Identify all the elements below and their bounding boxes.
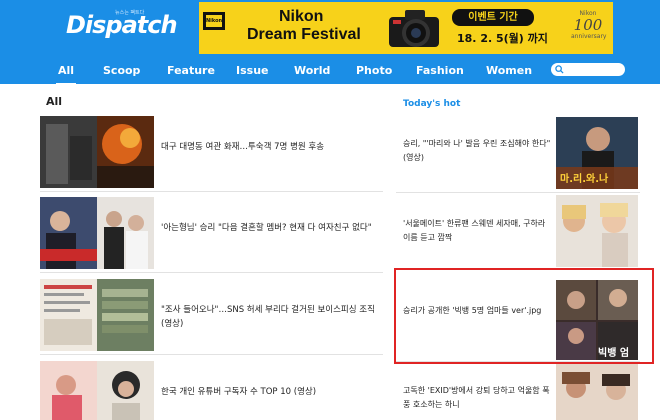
article-row[interactable]: 한국 개인 유튜버 구독자 수 TOP 10 (영상)	[40, 361, 383, 420]
section-title: All	[46, 95, 63, 108]
article-title[interactable]: 한국 개인 유튜버 구독자 수 TOP 10 (영상)	[161, 385, 376, 399]
banner-title: Dream Festival	[247, 26, 361, 43]
hot-list-item[interactable]: 고독한 'EXID'방에서 강퇴 당하고 억울함 폭풍 호소하는 하니	[396, 362, 640, 420]
nav-all[interactable]: All	[55, 64, 77, 85]
article-title[interactable]: 대구 대명동 여관 화재…투숙객 7명 병원 후송	[161, 140, 376, 154]
nikon-ad-banner[interactable]: Nikon Nikon Dream Festival 이벤트 기간 18. 2.…	[199, 2, 613, 54]
logo-wordmark: Dispatch	[66, 11, 178, 39]
hot-item-title[interactable]: '서울메이트' 한류팬 스웨덴 세자매, 구하라 이름 듣고 깜짝	[403, 217, 551, 245]
event-date: 18. 2. 5(월) 까지	[457, 32, 548, 45]
hot-item-thumbnail[interactable]	[556, 364, 638, 420]
hot-item-thumbnail[interactable]: 마.리.와.나	[556, 117, 638, 189]
article-title[interactable]: '아는형님' 승리 "다음 결혼할 멤버? 현재 다 여자친구 없다"	[161, 221, 376, 235]
hot-list-item[interactable]: '서울메이트' 한류팬 스웨덴 세자매, 구하라 이름 듣고 깜짝	[396, 193, 640, 269]
hot-item-caption: 마.리.와.나	[560, 174, 609, 185]
hot-item-title[interactable]: 승리, "'마리와 나' 발음 우린 조심해야 한다"(영상)	[403, 137, 551, 165]
article-thumbnail[interactable]	[40, 361, 154, 420]
nav-scoop[interactable]: Scoop	[103, 64, 140, 77]
highlight-box	[394, 268, 654, 364]
hot-item-title[interactable]: 고독한 'EXID'방에서 강퇴 당하고 억울함 폭풍 호소하는 하니	[403, 384, 551, 412]
todays-hot-title: Today's hot	[403, 99, 461, 109]
nav-issue[interactable]: Issue	[236, 64, 268, 77]
camera-icon	[389, 10, 439, 47]
article-thumbnail[interactable]	[40, 279, 154, 351]
nav-photo[interactable]: Photo	[356, 64, 392, 77]
article-row[interactable]: 대구 대명동 여관 화재…투숙객 7명 병원 후송	[40, 116, 383, 192]
hot-item-thumbnail[interactable]	[556, 195, 638, 267]
event-period-badge: 이벤트 기간	[452, 9, 534, 26]
article-thumbnail[interactable]	[40, 116, 154, 188]
search-input[interactable]	[551, 63, 625, 76]
site-header: 뉴스는 팩트다 Dispatch Nikon Nikon Dream Festi…	[0, 0, 660, 85]
nav-fashion[interactable]: Fashion	[416, 64, 464, 77]
article-thumbnail[interactable]	[40, 197, 154, 269]
nikon-100th-emblem: Nikon 100 anniversary	[571, 10, 607, 40]
search-icon[interactable]	[555, 65, 564, 74]
dispatch-logo[interactable]: 뉴스는 팩트다 Dispatch	[66, 8, 178, 44]
hot-list-item[interactable]: 승리, "'마리와 나' 발음 우린 조심해야 한다"(영상) 마.리.와.나	[396, 113, 640, 193]
nav-world[interactable]: World	[294, 64, 330, 77]
article-title[interactable]: "조사 들어오나"…SNS 허세 부리다 걸거된 보이스피싱 조직 (영상)	[161, 303, 376, 331]
nav-women[interactable]: Women	[486, 64, 532, 77]
banner-brand: Nikon	[279, 8, 324, 25]
nav-feature[interactable]: Feature	[167, 64, 215, 77]
article-row[interactable]: '아는형님' 승리 "다음 결혼할 멤버? 현재 다 여자친구 없다"	[40, 197, 383, 273]
nikon-badge-logo: Nikon	[203, 12, 225, 30]
article-row[interactable]: "조사 들어오나"…SNS 허세 부리다 걸거된 보이스피싱 조직 (영상)	[40, 279, 383, 355]
